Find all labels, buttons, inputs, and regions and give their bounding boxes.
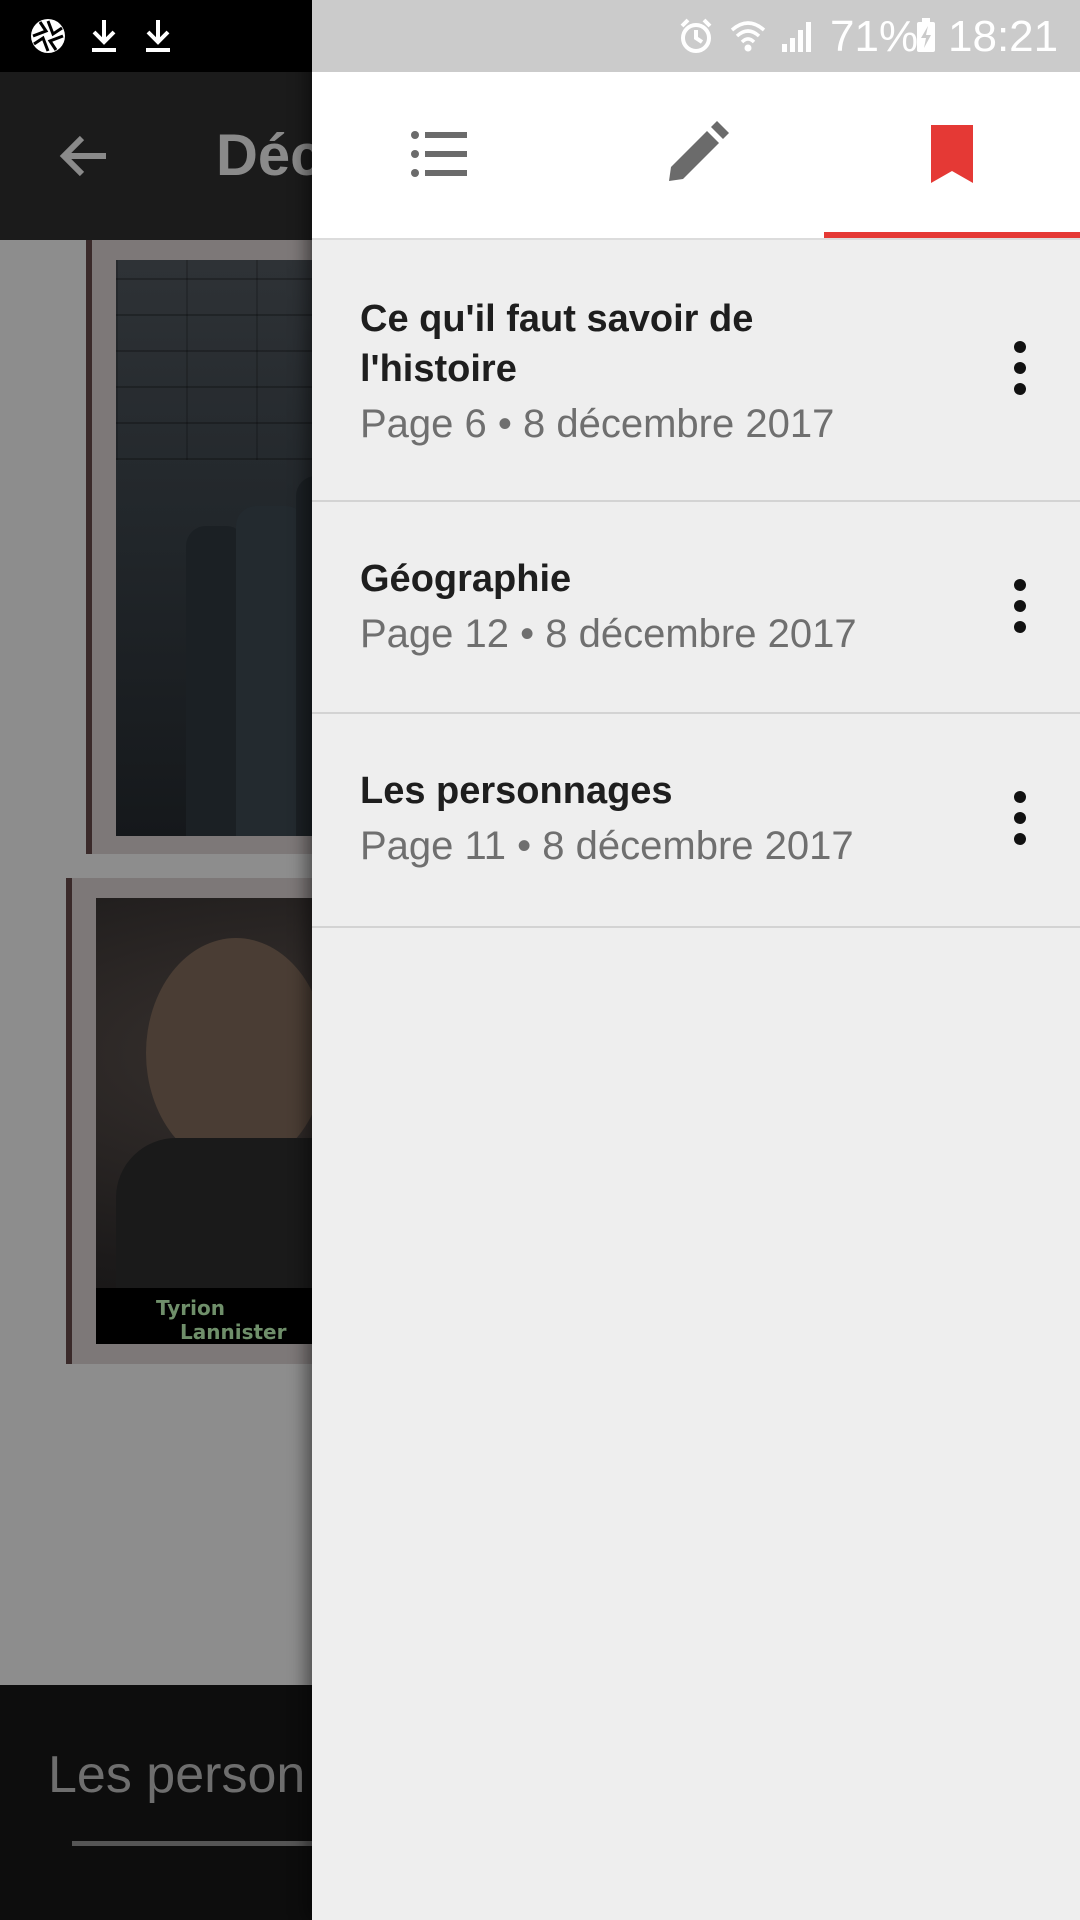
caption-line-2: Lannister [180, 1320, 287, 1344]
more-vert-icon [1011, 340, 1029, 401]
aperture-icon [28, 16, 68, 56]
bookmark-meta: Page 6 • 8 décembre 2017 [360, 402, 835, 446]
status-bar-right: 71% 18:21 [312, 0, 1080, 72]
drawer-tabs [312, 72, 1080, 240]
battery-charging-icon [906, 16, 946, 56]
clock: 18:21 [948, 12, 1059, 61]
battery-percent: 71% [830, 12, 919, 61]
wifi-icon [728, 16, 768, 56]
bookmark-item[interactable]: Géographie Page 12 • 8 décembre 2017 [312, 502, 1080, 714]
bookmark-title: Géographie [360, 558, 572, 600]
bookmark-meta: Page 11 • 8 décembre 2017 [360, 824, 854, 868]
selected-tab-indicator [824, 232, 1080, 238]
more-vert-icon [1011, 790, 1029, 851]
download-icon [84, 16, 124, 56]
more-options-button[interactable] [984, 560, 1056, 656]
signal-icon [778, 16, 818, 56]
bookmark-item[interactable]: Ce qu'il faut savoir de l'histoire Page … [312, 240, 1080, 502]
bookmark-title: Ce qu'il faut savoir de l'histoire [360, 298, 754, 390]
bookmark-icon [919, 121, 985, 192]
back-arrow-icon [52, 124, 116, 188]
pencil-icon [663, 120, 729, 192]
tab-notes[interactable] [568, 72, 824, 240]
bookmarks-drawer: 71% 18:21 Ce qu'il faut savoir de l'hist… [312, 0, 1080, 1920]
tab-table-of-contents[interactable] [312, 72, 568, 240]
list-icon [407, 121, 473, 192]
more-options-button[interactable] [984, 772, 1056, 868]
alarm-icon [676, 16, 716, 56]
more-vert-icon [1011, 578, 1029, 639]
more-options-button[interactable] [984, 322, 1056, 418]
bookmark-title: Les personnages [360, 770, 673, 812]
background-bottom-text: Les person [48, 1746, 306, 1804]
tab-bookmarks[interactable] [824, 72, 1080, 240]
download-icon [138, 16, 178, 56]
bookmark-item[interactable]: Les personnages Page 11 • 8 décembre 201… [312, 714, 1080, 928]
background-title: Déc [216, 123, 323, 188]
bookmark-meta: Page 12 • 8 décembre 2017 [360, 612, 857, 656]
caption-line-1: Tyrion [156, 1296, 226, 1320]
